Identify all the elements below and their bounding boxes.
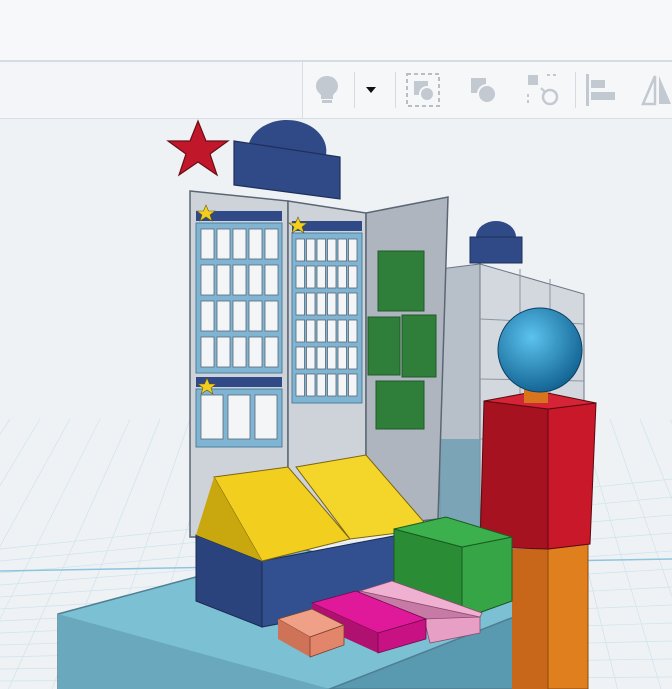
red-star-decoration[interactable]	[166, 119, 230, 177]
toolbar-action-group	[302, 62, 672, 118]
toolbar-separator	[395, 72, 396, 108]
ungroup-button[interactable]	[465, 72, 501, 108]
mirror-icon	[641, 75, 671, 106]
3d-workplane-viewport[interactable]	[0, 119, 672, 689]
toolbar-separator	[354, 72, 355, 108]
caret-down-icon	[366, 87, 376, 93]
toolbar-separator	[575, 72, 576, 108]
lightbulb-icon	[316, 76, 338, 103]
mirror-button[interactable]	[639, 72, 672, 108]
group-icon	[406, 73, 440, 107]
select-dashed-icon	[527, 74, 559, 106]
group-button[interactable]	[405, 72, 441, 108]
align-select-button[interactable]	[525, 72, 561, 108]
navy-dome-large[interactable]	[233, 119, 341, 200]
orange-tower-block[interactable]	[512, 536, 589, 689]
edit-toolbar	[0, 62, 672, 119]
align-left-icon	[586, 74, 615, 106]
workplane-scene[interactable]	[0, 119, 672, 689]
blue-sphere[interactable]	[497, 307, 583, 393]
notes-lightbulb-button[interactable]	[309, 72, 345, 108]
red-tower-cube[interactable]	[479, 390, 597, 550]
top-header-bar	[0, 0, 672, 62]
ungroup-icon	[471, 78, 497, 104]
notes-dropdown-button[interactable]	[357, 72, 385, 108]
navy-dome-small[interactable]	[469, 221, 523, 264]
align-button[interactable]	[583, 72, 619, 108]
